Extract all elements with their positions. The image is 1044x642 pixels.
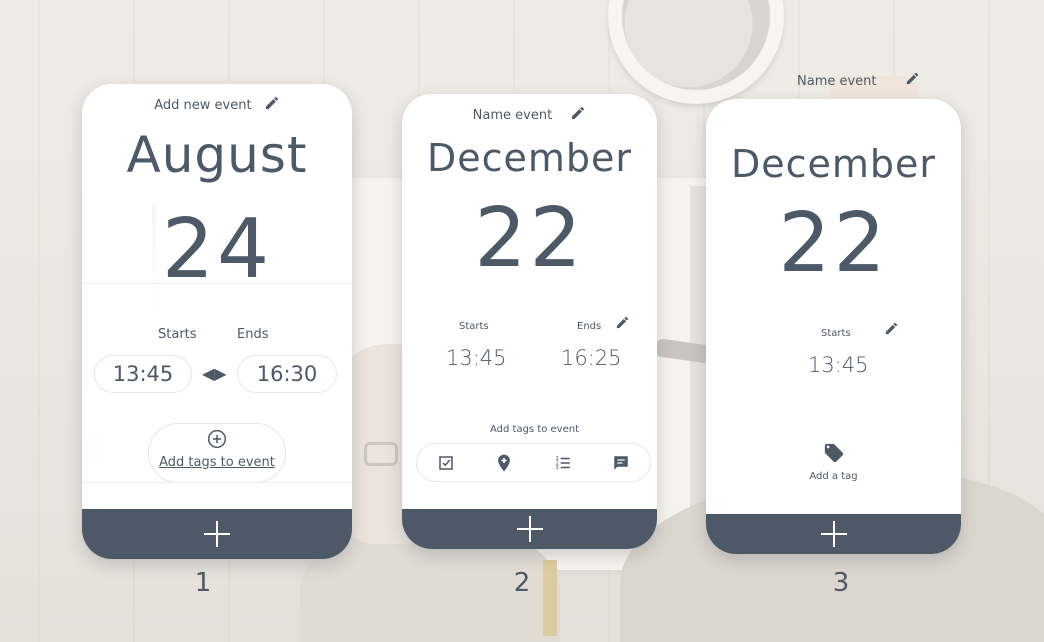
bookmark-ribbon xyxy=(543,560,557,636)
pencil-icon[interactable] xyxy=(905,71,920,86)
tag-icon-tray: 123 xyxy=(416,443,651,482)
card-title[interactable]: Add new event xyxy=(154,98,251,113)
month-label: August xyxy=(126,126,308,184)
location-pin-icon[interactable] xyxy=(492,451,516,475)
pencil-icon[interactable] xyxy=(615,315,630,330)
start-time[interactable]: 13:45 xyxy=(808,353,869,377)
ends-label: Ends xyxy=(237,327,269,342)
end-time[interactable]: 16:25 xyxy=(561,346,622,370)
numbered-list-icon[interactable]: 123 xyxy=(551,451,575,475)
checkbox-icon[interactable] xyxy=(434,451,458,475)
comment-icon[interactable] xyxy=(609,451,633,475)
divider xyxy=(82,283,352,284)
start-time[interactable]: 13:45 xyxy=(446,346,507,370)
card-number-3: 3 xyxy=(832,568,850,598)
svg-text:3: 3 xyxy=(555,465,558,471)
day-number[interactable]: 22 xyxy=(706,203,961,285)
add-tags-title: Add tags to event xyxy=(489,424,580,435)
card-header: Add new event xyxy=(82,95,352,113)
add-event-button[interactable] xyxy=(706,514,961,554)
month-label: December xyxy=(426,136,633,180)
end-time-field[interactable]: 16:30 xyxy=(237,355,337,393)
month-label: December xyxy=(730,142,937,186)
add-tags-button[interactable]: Add tags to event xyxy=(148,423,286,483)
card-title[interactable]: Name event xyxy=(473,108,553,123)
plus-icon xyxy=(516,516,543,542)
tag-icon[interactable] xyxy=(823,442,845,468)
start-time-field[interactable]: 13:45 xyxy=(94,355,192,393)
starts-label: Starts xyxy=(821,328,851,339)
day-number[interactable]: 22 xyxy=(402,198,657,280)
starts-label: Starts xyxy=(459,321,489,332)
event-card-3: December 22 Starts 13:45 Add a tag xyxy=(706,99,961,554)
plus-icon xyxy=(204,521,230,547)
add-event-button[interactable] xyxy=(402,509,657,549)
swap-arrows-icon[interactable]: ◀▶ xyxy=(202,364,227,383)
event-card-2: Name event December 22 Starts Ends 13:45… xyxy=(402,94,657,549)
ends-label: Ends xyxy=(577,321,602,332)
divider xyxy=(82,482,352,483)
pencil-icon[interactable] xyxy=(570,105,586,121)
card-number-2: 2 xyxy=(513,568,531,598)
plus-icon xyxy=(820,521,847,547)
add-tag-label[interactable]: Add a tag xyxy=(706,471,961,482)
event-card-1: Add new event August 24 Starts Ends 13:4… xyxy=(82,84,352,559)
starts-label: Starts xyxy=(158,327,197,342)
add-circle-icon xyxy=(207,429,227,453)
ring xyxy=(364,442,398,466)
day-number[interactable]: 24 xyxy=(82,209,352,291)
card-3-header: Name event xyxy=(797,71,920,89)
add-event-button[interactable] xyxy=(82,509,352,559)
pencil-icon[interactable] xyxy=(884,321,899,336)
add-tags-link[interactable]: Add tags to event xyxy=(149,455,285,470)
pencil-icon[interactable] xyxy=(264,95,280,111)
card-header: Name event xyxy=(402,105,657,123)
card-title[interactable]: Name event xyxy=(797,74,877,89)
card-number-1: 1 xyxy=(194,568,212,598)
